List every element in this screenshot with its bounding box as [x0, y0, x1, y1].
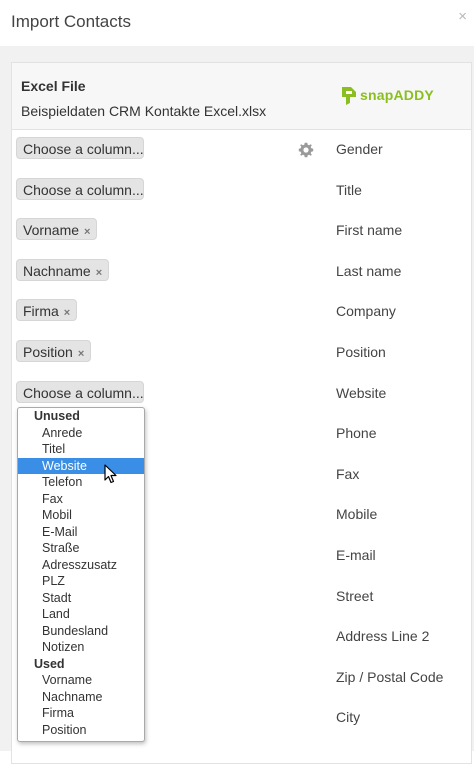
- field-label: Gender: [336, 141, 383, 157]
- logo-text: snapADDY: [360, 87, 434, 103]
- field-label: Last name: [336, 262, 402, 279]
- remove-icon[interactable]: ×: [84, 226, 90, 238]
- column-select-value: Choose a column...: [23, 181, 144, 198]
- dialog-titlebar: Import Contacts ×: [0, 0, 474, 46]
- column-select[interactable]: Choose a column...: [16, 137, 144, 159]
- column-select-value: Choose a column...: [23, 384, 144, 401]
- field-label: Company: [336, 303, 396, 320]
- field-label: Fax: [336, 465, 360, 482]
- selected-column-chip[interactable]: Position ×: [16, 340, 92, 362]
- mapping-row: Firma × Company: [12, 291, 471, 331]
- dropdown-option[interactable]: Vorname: [18, 672, 144, 689]
- field-label: Website: [336, 384, 387, 401]
- dropdown-option[interactable]: Position: [18, 722, 144, 739]
- mouse-cursor-icon: [104, 464, 117, 484]
- dropdown-option[interactable]: Land: [18, 606, 144, 623]
- field-label: Title: [336, 181, 362, 198]
- column-select-value: Firma: [23, 303, 59, 320]
- dropdown-option[interactable]: Titel: [18, 441, 144, 458]
- field-label: Street: [336, 587, 374, 604]
- remove-icon[interactable]: ×: [96, 267, 102, 279]
- dropdown-option[interactable]: Adresszusatz: [18, 557, 144, 574]
- file-name: Beispieldaten CRM Kontakte Excel.xlsx: [21, 103, 267, 119]
- close-icon[interactable]: ×: [458, 9, 467, 24]
- dropdown-option[interactable]: Bundesland: [18, 623, 144, 640]
- selected-column-chip[interactable]: Vorname ×: [16, 218, 98, 241]
- dropdown-option[interactable]: E-Mail: [18, 524, 144, 541]
- remove-icon[interactable]: ×: [78, 348, 84, 360]
- column-select-value: Position: [23, 344, 73, 360]
- field-label: City: [336, 709, 361, 726]
- remove-icon[interactable]: ×: [64, 307, 70, 319]
- mapping-row: Vorname × First name: [12, 210, 471, 250]
- mapping-row: Choose a column... Gender: [12, 129, 471, 169]
- field-label: Address Line 2: [336, 628, 430, 645]
- field-label: Zip / Postal Code: [336, 668, 444, 685]
- dropdown-option[interactable]: Firma: [18, 705, 144, 722]
- column-select-value: Choose a column...: [23, 141, 144, 157]
- column-select[interactable]: Choose a column...: [16, 177, 144, 200]
- gear-icon[interactable]: [298, 142, 314, 158]
- dropdown-option[interactable]: Anrede: [18, 425, 144, 442]
- selected-column-chip[interactable]: Nachname ×: [16, 258, 110, 281]
- column-select-value: Vorname: [23, 222, 80, 239]
- dropdown-option[interactable]: Telefon: [18, 474, 144, 491]
- dropdown-option[interactable]: Notizen: [18, 639, 144, 656]
- dropdown-group-label: Used: [34, 656, 65, 671]
- column-dropdown[interactable]: Unused Anrede Titel Website Telefon Fax Mobil E…: [17, 407, 145, 742]
- field-label: E-mail: [336, 547, 376, 563]
- snapaddy-logo: snapADDY: [340, 83, 434, 107]
- dropdown-option[interactable]: Fax: [18, 491, 144, 508]
- mapping-row: Choose a column... Title: [12, 170, 471, 210]
- dropdown-option[interactable]: Website: [18, 457, 144, 474]
- field-label: Phone: [336, 425, 377, 442]
- dropdown-option[interactable]: Mobil: [18, 507, 144, 524]
- dropdown-option[interactable]: Nachname: [18, 689, 144, 706]
- dropdown-group-label: Unused: [34, 409, 80, 423]
- column-select-value: Nachname: [23, 262, 91, 279]
- mapping-row: Position × Position: [12, 332, 471, 372]
- field-label: Position: [336, 344, 386, 360]
- snapaddy-logo-icon: [342, 87, 356, 105]
- dropdown-option[interactable]: PLZ: [18, 573, 144, 590]
- selected-column-chip[interactable]: Firma ×: [16, 299, 78, 322]
- mapping-row: Nachname × Last name: [12, 251, 471, 291]
- dialog-title: Import Contacts: [11, 12, 131, 31]
- field-label: First name: [336, 222, 403, 239]
- file-label: Excel File: [21, 78, 86, 94]
- column-select[interactable]: Choose a column...: [16, 380, 144, 403]
- field-label: Mobile: [336, 506, 378, 523]
- file-header: Excel File Beispieldaten CRM Kontakte Ex…: [12, 63, 471, 130]
- dropdown-option[interactable]: Straße: [18, 540, 144, 557]
- dropdown-option[interactable]: Stadt: [18, 590, 144, 607]
